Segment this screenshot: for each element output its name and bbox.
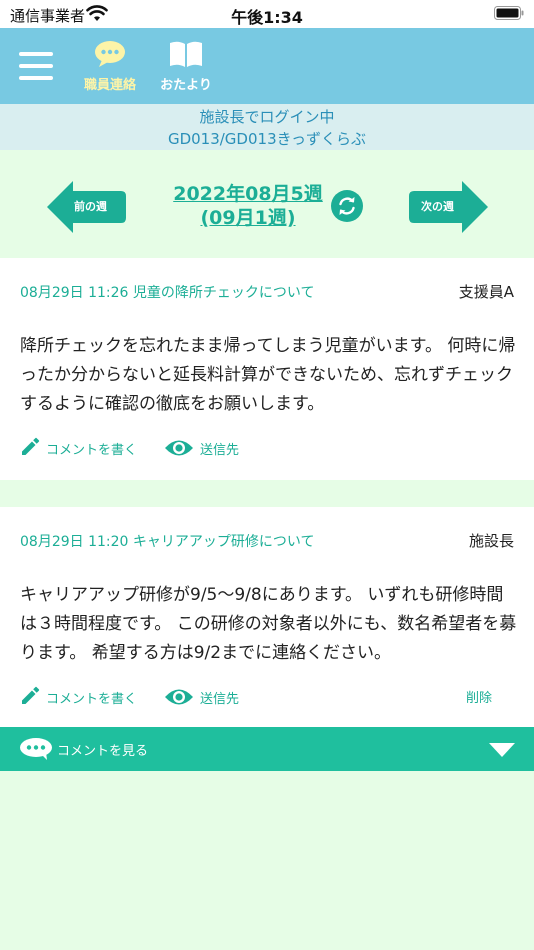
recipients-label: 送信先 (200, 692, 240, 707)
recipients-label: 送信先 (200, 443, 240, 458)
status-bar: 通信事業者 午後1:34 (0, 0, 534, 28)
recipients-button[interactable]: 送信先 (164, 685, 254, 709)
post-body: キャリアアップ研修が9/5〜9/8にあります。 いずれも研修時間は３時間程度です… (20, 585, 517, 663)
login-role-text: 施設長でログイン中 (199, 108, 335, 126)
login-facility-text: GD013/GD013きっずくらぶ (167, 130, 367, 148)
refresh-icon[interactable] (331, 190, 363, 222)
delete-button[interactable]: 削除 (466, 687, 506, 711)
post-meta[interactable]: 08月29日 11:26 児童の降所チェックについて (20, 282, 314, 302)
clock: 午後1:34 (231, 8, 303, 27)
recipients-button[interactable]: 送信先 (164, 436, 254, 460)
post-actions: コメントを書く 送信先 削除 (20, 685, 514, 709)
tab-newsletter-label: おたより (160, 78, 212, 93)
view-comments-label: コメントを見る (57, 744, 149, 759)
comment-bubble-icon (20, 738, 52, 760)
eye-icon (165, 689, 193, 705)
week-title[interactable]: 2022年08月5週 (09月1週) (158, 182, 338, 230)
login-info-bar: 施設長でログイン中 GD013/GD013きっずくらぶ (0, 104, 534, 150)
eye-icon (165, 440, 193, 456)
post-card: 08月29日 11:26 児童の降所チェックについて 支援員A 降所チェックを忘… (0, 258, 534, 480)
post-actions: コメントを書く 送信先 (20, 436, 514, 460)
tab-staff-contact-label: 職員連絡 (83, 78, 136, 93)
prev-week-button[interactable]: 前の週 (47, 180, 127, 234)
post-card: 08月29日 11:20 キャリアアップ研修について 施設長 キャリアアップ研修… (0, 507, 534, 727)
post-body: 降所チェックを忘れたまま帰ってしまう児童がいます。 何時に帰ったか分からないと延… (20, 336, 516, 414)
chevron-down-icon[interactable] (489, 743, 515, 757)
battery-icon (494, 6, 524, 20)
open-book-icon (170, 41, 202, 67)
next-week-label: 次の週 (421, 200, 454, 213)
write-comment-label: コメントを書く (46, 443, 138, 458)
week-title-line2: (09月1週) (200, 207, 296, 229)
tab-staff-contact[interactable]: 職員連絡 (74, 40, 146, 100)
week-navigation: 前の週 2022年08月5週 (09月1週) 次の週 (0, 150, 534, 258)
write-comment-button[interactable]: コメントを書く (20, 436, 150, 460)
tab-newsletter[interactable]: おたより (150, 40, 222, 100)
pencil-icon (22, 686, 40, 704)
write-comment-button[interactable]: コメントを書く (20, 685, 150, 709)
write-comment-label: コメントを書く (46, 692, 138, 707)
post-meta[interactable]: 08月29日 11:20 キャリアアップ研修について (20, 531, 314, 551)
app-bar: 職員連絡 おたより (0, 28, 534, 104)
chat-bubble-icon (95, 41, 125, 67)
next-week-button[interactable]: 次の週 (408, 180, 488, 234)
hamburger-menu-icon[interactable] (19, 52, 53, 80)
pencil-icon (22, 437, 40, 455)
post-author: 施設長 (468, 532, 514, 550)
view-comments-bar[interactable]: コメントを見る (0, 727, 534, 771)
post-author: 支援員A (458, 283, 514, 301)
prev-week-label: 前の週 (74, 200, 107, 213)
week-title-line1: 2022年08月5週 (173, 183, 323, 205)
